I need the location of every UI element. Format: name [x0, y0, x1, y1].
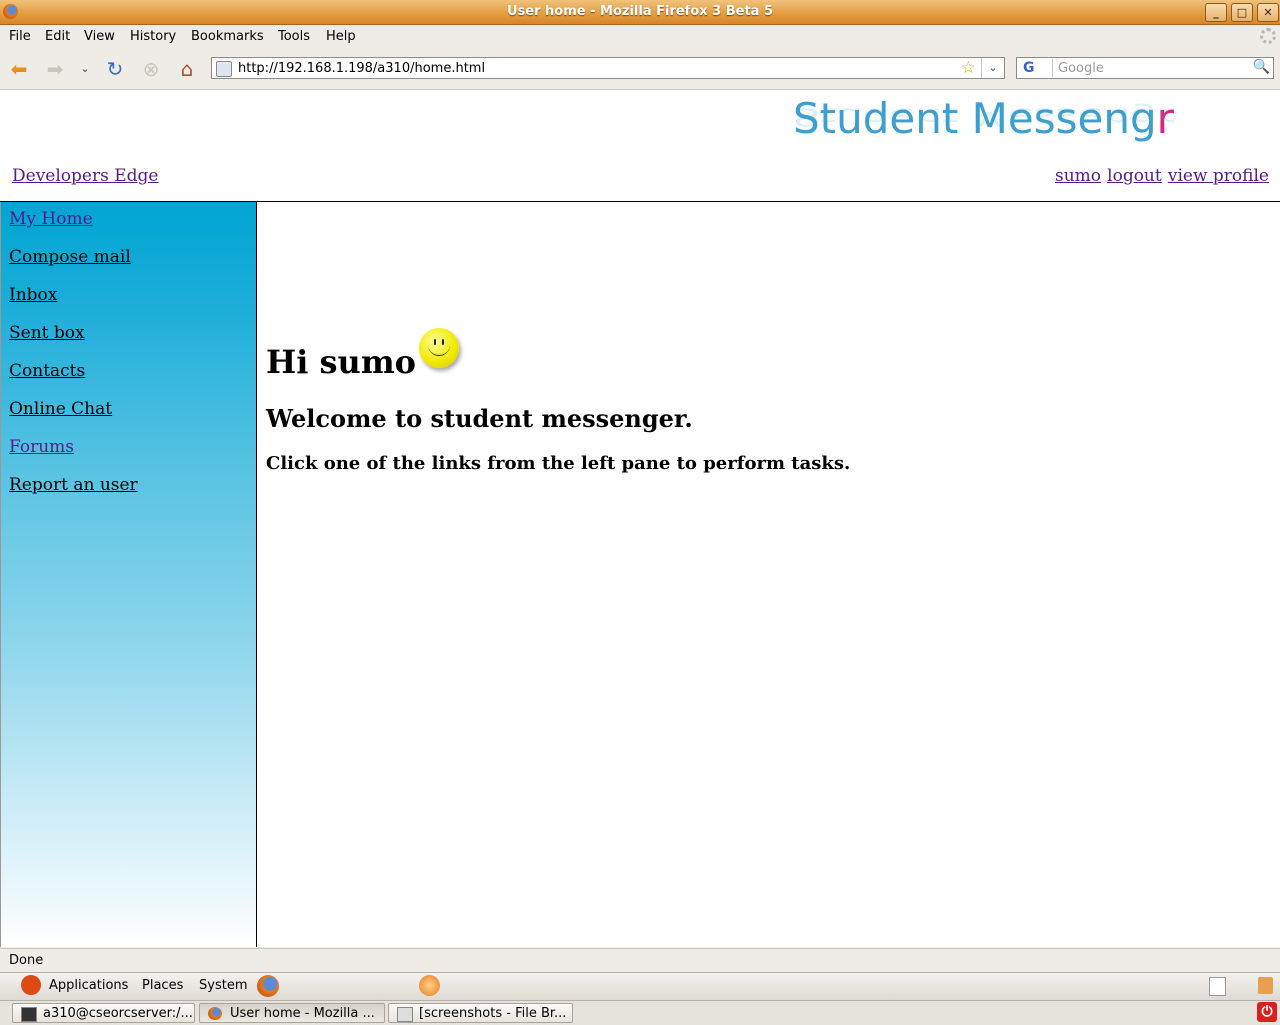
- welcome-heading: Welcome to student messenger.: [266, 404, 693, 433]
- logout-link[interactable]: logout: [1107, 166, 1162, 186]
- bookmark-star-icon[interactable]: ☆: [961, 58, 976, 78]
- window-title: User home - Mozilla Firefox 3 Beta 5: [506, 4, 774, 19]
- sidebar-item-inbox[interactable]: Inbox: [9, 285, 57, 305]
- sidebar-item-sent-box[interactable]: Sent box: [9, 323, 85, 343]
- home-icon[interactable]: ⌂: [174, 57, 200, 81]
- page-content: Student Messengr Student Messengr Develo…: [0, 90, 1280, 947]
- username-link[interactable]: sumo: [1055, 166, 1101, 186]
- menu-bar: File Edit View History Bookmarks Tools H…: [0, 25, 1280, 48]
- view-profile-link[interactable]: view profile: [1168, 166, 1269, 186]
- logo-reflection: Student Messengr: [793, 102, 1174, 132]
- status-bar: Done: [0, 948, 1280, 972]
- ubuntu-logo-icon[interactable]: [21, 975, 41, 995]
- menu-tools[interactable]: Tools: [278, 29, 310, 44]
- url-bar[interactable]: http://192.168.1.198/a310/home.html ☆ ⌄: [211, 57, 1005, 79]
- search-placeholder[interactable]: Google: [1058, 61, 1104, 76]
- applications-menu[interactable]: Applications: [49, 978, 128, 993]
- menu-history[interactable]: History: [130, 29, 176, 44]
- firefox-icon: [208, 1007, 222, 1020]
- close-button[interactable]: ✕: [1257, 3, 1279, 22]
- system-menu[interactable]: System: [199, 978, 247, 993]
- instruction-text: Click one of the links from the left pan…: [266, 453, 851, 474]
- history-dropdown-icon[interactable]: ⌄: [72, 57, 98, 81]
- forward-arrow-icon[interactable]: ➡: [42, 57, 68, 81]
- power-icon[interactable]: ⏻: [1257, 1002, 1277, 1022]
- task-label: [screenshots - File Br...: [419, 1006, 567, 1021]
- menu-bookmarks[interactable]: Bookmarks: [191, 29, 264, 44]
- sidebar-item-report-user[interactable]: Report an user: [9, 475, 138, 495]
- back-arrow-icon[interactable]: ⬅: [6, 57, 32, 81]
- places-menu[interactable]: Places: [142, 978, 183, 993]
- reload-icon[interactable]: ↻: [102, 57, 128, 81]
- site-identity-icon[interactable]: [216, 61, 232, 77]
- maximize-button[interactable]: □: [1231, 3, 1253, 22]
- search-icon[interactable]: 🔍: [1253, 59, 1270, 75]
- gnome-panel: Applications Places System: [0, 972, 1280, 1000]
- menu-edit[interactable]: Edit: [45, 29, 70, 44]
- menu-view[interactable]: View: [84, 29, 115, 44]
- smiley-icon: [419, 328, 459, 368]
- minimize-button[interactable]: _: [1205, 3, 1227, 22]
- developers-edge-link[interactable]: Developers Edge: [12, 166, 158, 186]
- update-notifier-icon[interactable]: [419, 975, 440, 996]
- window-titlebar: User home - Mozilla Firefox 3 Beta 5 _ □…: [0, 0, 1280, 25]
- sidebar-item-online-chat[interactable]: Online Chat: [9, 399, 112, 419]
- menu-help[interactable]: Help: [326, 29, 356, 44]
- task-terminal[interactable]: a310@cseorcserver:/...: [12, 1003, 195, 1023]
- terminal-icon: [21, 1007, 37, 1022]
- sidebar-item-contacts[interactable]: Contacts: [9, 361, 85, 381]
- task-label: a310@cseorcserver:/...: [43, 1006, 193, 1021]
- status-text: Done: [9, 953, 44, 968]
- sidebar-item-compose-mail[interactable]: Compose mail: [9, 247, 131, 267]
- task-firefox[interactable]: User home - Mozilla ...: [199, 1003, 385, 1023]
- sidebar: My Home Compose mail Inbox Sent box Cont…: [0, 202, 257, 947]
- trash-icon[interactable]: [1258, 977, 1273, 994]
- url-text[interactable]: http://192.168.1.198/a310/home.html: [238, 61, 485, 76]
- firefox-launcher-icon[interactable]: [257, 975, 279, 997]
- menu-file[interactable]: File: [9, 29, 31, 44]
- task-file-browser[interactable]: [screenshots - File Br...: [388, 1003, 573, 1023]
- user-links: sumo logout view profile: [1053, 166, 1269, 186]
- sidebar-item-my-home[interactable]: My Home: [9, 209, 93, 229]
- search-engine-icon[interactable]: G: [1019, 59, 1053, 77]
- folder-icon: [397, 1007, 413, 1022]
- task-label: User home - Mozilla ...: [230, 1006, 375, 1021]
- greeting-heading: Hi sumo: [266, 343, 417, 381]
- search-bar[interactable]: G Google 🔍: [1016, 57, 1274, 79]
- sidebar-item-forums[interactable]: Forums: [9, 437, 74, 457]
- stop-icon[interactable]: ⊗: [138, 57, 164, 81]
- main-content: Hi sumo Welcome to student messenger. Cl…: [258, 202, 1280, 947]
- notes-icon[interactable]: [1209, 977, 1226, 996]
- url-dropdown-icon[interactable]: ⌄: [981, 58, 1004, 78]
- throbber-icon: [1260, 28, 1276, 44]
- taskbar: a310@cseorcserver:/... User home - Mozil…: [0, 1000, 1280, 1025]
